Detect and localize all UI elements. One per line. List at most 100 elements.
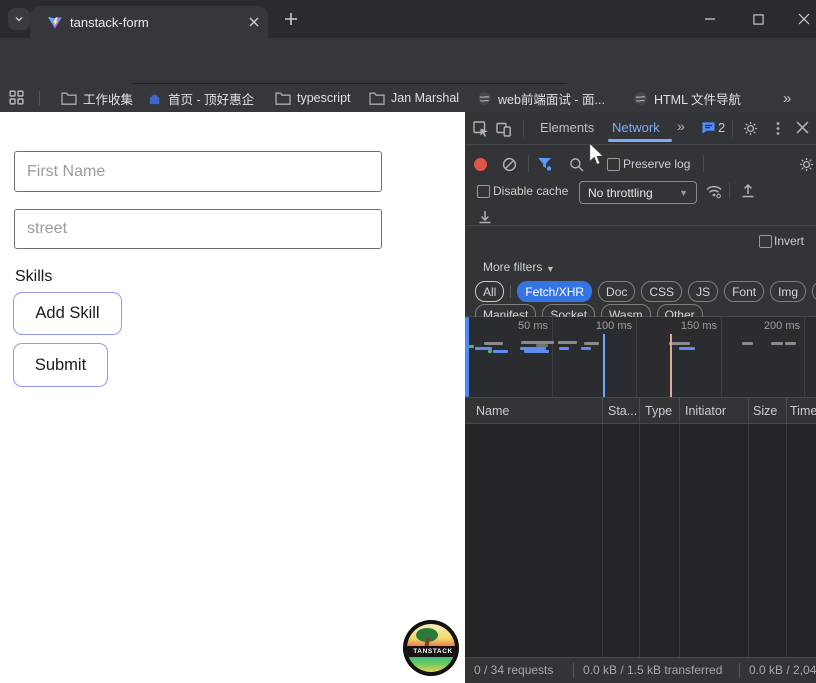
- folder-icon: [275, 92, 291, 105]
- tab-close-icon[interactable]: [246, 14, 262, 30]
- bookmark-item[interactable]: Jan Marshal: [369, 84, 459, 112]
- tick-150ms: 150 ms: [657, 320, 717, 332]
- load-event-line: [670, 334, 672, 397]
- transferred-size: 0.0 kB / 1.5 kB transferred: [583, 663, 722, 677]
- search-icon[interactable]: [569, 157, 584, 172]
- bookmarks-overflow-chevrons[interactable]: »: [783, 84, 791, 112]
- filter-chip-css[interactable]: CSS: [641, 281, 682, 302]
- overview-grip[interactable]: [465, 317, 469, 397]
- tanstack-logo: TANSTACK: [404, 621, 458, 675]
- col-time[interactable]: Time: [790, 404, 816, 418]
- new-tab-button[interactable]: [281, 9, 301, 29]
- tab-network[interactable]: Network: [612, 120, 660, 135]
- devtools-close-icon[interactable]: [796, 121, 809, 134]
- street-placeholder: street: [27, 220, 67, 238]
- disable-cache-checkbox[interactable]: [477, 185, 490, 198]
- bookmark-label: 工作收集: [83, 89, 133, 108]
- filter-chips-row-1: All Fetch/XHR Doc CSS JS Font Img Media: [475, 281, 816, 302]
- skills-label: Skills: [15, 268, 52, 286]
- import-har-icon[interactable]: [740, 182, 756, 199]
- bookmark-label: Jan Marshal: [391, 91, 459, 105]
- tanstack-logo-art: TANSTACK: [407, 624, 455, 672]
- col-size[interactable]: Size: [753, 404, 777, 418]
- street-input[interactable]: street: [14, 209, 382, 249]
- network-status-bar: 0 / 34 requests 0.0 kB / 1.5 kB transfer…: [465, 657, 816, 683]
- bookmark-item[interactable]: 工作收集: [61, 84, 133, 112]
- network-conditions-icon[interactable]: [705, 183, 723, 199]
- window-close-button[interactable]: [782, 0, 816, 38]
- throttling-dropdown[interactable]: No throttling ▼: [579, 181, 697, 204]
- devtools-menu-kebab-icon[interactable]: [771, 121, 785, 136]
- bookmark-item[interactable]: typescript: [275, 84, 351, 112]
- filter-chip-doc[interactable]: Doc: [598, 281, 635, 302]
- filter-chip-media[interactable]: Media: [812, 281, 816, 302]
- mouse-cursor: [588, 143, 605, 168]
- bookmarks-divider: [39, 91, 40, 105]
- folder-icon: [369, 92, 385, 105]
- bookmark-label: 首页 - 顶好惠企: [168, 89, 254, 108]
- browser-tab[interactable]: tanstack-form: [30, 6, 268, 38]
- bookmarks-bar: 工作收集 首页 - 顶好惠企 typescript Jan Marshal we…: [0, 84, 816, 112]
- filter-chip-fetch-xhr[interactable]: Fetch/XHR: [517, 281, 592, 302]
- more-filters-button[interactable]: More filters: [483, 260, 542, 274]
- title-bar: tanstack-form: [0, 0, 816, 38]
- filter-chip-img[interactable]: Img: [770, 281, 806, 302]
- resources-size: 0.0 kB / 2,04: [749, 663, 816, 677]
- network-overview-timeline[interactable]: 50 ms 100 ms 150 ms 200 ms: [465, 317, 816, 398]
- filter-chip-font[interactable]: Font: [724, 281, 764, 302]
- requests-table-body[interactable]: [465, 424, 816, 657]
- tab-title: tanstack-form: [70, 15, 240, 30]
- requests-table-header: Name Sta... Type Initiator Size Time: [465, 398, 816, 424]
- devtools-settings-gear-icon[interactable]: [743, 121, 758, 136]
- filter-chip-all[interactable]: All: [475, 281, 504, 302]
- browser-toolbar: localhost:5173 A: [0, 38, 816, 84]
- col-initiator[interactable]: Initiator: [685, 404, 726, 418]
- bookmark-item[interactable]: web前端面试 - 面...: [477, 84, 605, 112]
- tab-elements[interactable]: Elements: [540, 120, 594, 135]
- invert-label[interactable]: Invert: [774, 234, 804, 248]
- device-toolbar-icon[interactable]: [496, 121, 512, 137]
- col-type[interactable]: Type: [645, 404, 672, 418]
- requests-count: 0 / 34 requests: [474, 663, 553, 677]
- record-network-log-icon[interactable]: [474, 158, 487, 171]
- globe-icon: [477, 91, 492, 106]
- more-panels-icon[interactable]: »: [677, 118, 685, 134]
- inspect-element-icon[interactable]: [473, 121, 489, 137]
- preserve-log-checkbox[interactable]: [607, 158, 620, 171]
- apps-grid-icon[interactable]: [9, 90, 24, 105]
- tab-search-button[interactable]: [8, 8, 30, 30]
- tick-100ms: 100 ms: [572, 320, 632, 332]
- invert-checkbox[interactable]: [759, 235, 772, 248]
- submit-button[interactable]: Submit: [13, 343, 108, 387]
- bookmark-item[interactable]: 首页 - 顶好惠企: [147, 84, 254, 112]
- network-settings-gear-icon[interactable]: [799, 157, 814, 172]
- chevron-down-icon: ▼: [679, 188, 688, 198]
- window-minimize-button[interactable]: [688, 0, 732, 38]
- devtools-panel: Elements Network » 2: [465, 112, 816, 683]
- vite-favicon: [47, 14, 63, 30]
- bookmark-label: HTML 文件导航: [654, 89, 741, 108]
- filter-funnel-icon[interactable]: [537, 157, 552, 171]
- col-status[interactable]: Sta...: [608, 404, 637, 418]
- filter-chip-js[interactable]: JS: [688, 281, 718, 302]
- throttling-value: No throttling: [588, 186, 653, 200]
- export-har-icon[interactable]: [477, 208, 493, 225]
- issues-count: 2: [718, 120, 725, 135]
- bookmark-label: typescript: [297, 91, 351, 105]
- active-tab-underline: [608, 139, 672, 142]
- folder-icon: [61, 92, 77, 105]
- window-maximize-button[interactable]: [736, 0, 780, 38]
- devtools-tabbar: Elements Network » 2: [465, 112, 816, 145]
- bookmark-item[interactable]: HTML 文件导航: [633, 84, 741, 112]
- site-favicon: [147, 91, 162, 106]
- issues-icon[interactable]: [701, 121, 716, 135]
- disable-cache-label[interactable]: Disable cache: [493, 184, 568, 198]
- network-toolbar: Preserve log Disable cache No throttling…: [465, 145, 816, 226]
- dom-content-loaded-line: [603, 334, 605, 397]
- preserve-log-label[interactable]: Preserve log: [623, 157, 690, 171]
- first-name-input[interactable]: First Name: [14, 151, 382, 192]
- chevron-down-icon: [13, 13, 25, 25]
- col-name[interactable]: Name: [476, 404, 509, 418]
- clear-network-log-icon[interactable]: [502, 157, 517, 172]
- add-skill-button[interactable]: Add Skill: [13, 292, 122, 335]
